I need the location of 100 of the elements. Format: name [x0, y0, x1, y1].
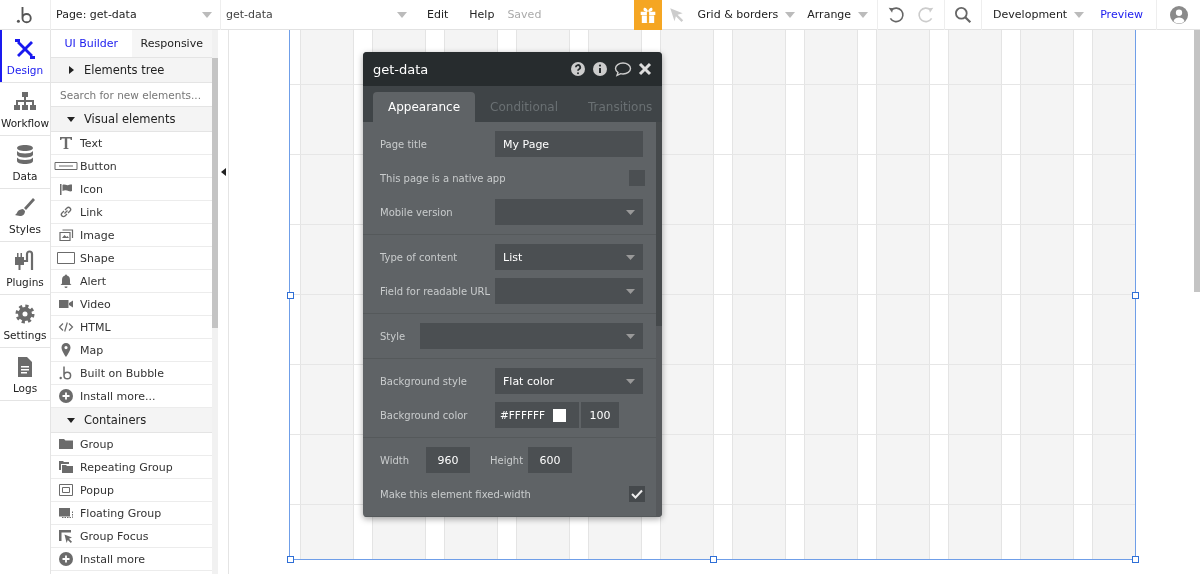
- field-label: This page is a native app: [380, 172, 507, 184]
- element-item[interactable]: Image: [51, 224, 212, 247]
- element-item[interactable]: Floating Group: [51, 502, 212, 525]
- sidebar-tab[interactable]: Plugins: [0, 242, 50, 295]
- field-label: Type of content: [380, 251, 459, 263]
- scrollbar-thumb[interactable]: [656, 122, 662, 326]
- color-swatch[interactable]: [553, 408, 567, 422]
- crossed-tools-icon: [13, 36, 37, 61]
- resize-handle[interactable]: [287, 556, 294, 563]
- field-label: Style: [380, 330, 407, 342]
- editor-title: get-data: [373, 61, 430, 77]
- field-label: Background color: [380, 409, 469, 421]
- plus-circle-icon: [57, 551, 74, 567]
- element-item[interactable]: Icon: [51, 178, 212, 201]
- field-label: Page title: [380, 138, 428, 150]
- element-item[interactable]: Video: [51, 293, 212, 316]
- close-icon[interactable]: [638, 62, 652, 76]
- sidebar-tab[interactable]: Workflow: [0, 83, 50, 136]
- sidebar-tab[interactable]: Styles: [0, 189, 50, 242]
- toolbar-dropdown[interactable]: Arrange: [807, 8, 869, 21]
- element-item[interactable]: Group: [51, 433, 212, 456]
- square-icon: [55, 250, 76, 266]
- folders-icon: [57, 459, 74, 475]
- caret-icon: [626, 254, 635, 260]
- editor-tab[interactable]: Appearance: [373, 92, 476, 122]
- resize-handle[interactable]: [287, 291, 294, 299]
- caret-icon: [626, 288, 635, 294]
- color-field[interactable]: #FFFFFF: [495, 402, 579, 428]
- element-item[interactable]: Repeating Group: [51, 456, 212, 479]
- collapse-arrow-icon[interactable]: [220, 168, 226, 176]
- image-icon: [57, 227, 74, 243]
- number-field[interactable]: 600: [528, 447, 572, 473]
- environment-dropdown[interactable]: Development: [993, 8, 1085, 21]
- floating-group-icon: [57, 505, 74, 521]
- text-icon: [57, 135, 74, 151]
- resize-handle[interactable]: [709, 556, 717, 563]
- caret-icon: [626, 378, 635, 384]
- popup-icon: [57, 482, 74, 498]
- resize-handle[interactable]: [1132, 556, 1139, 563]
- section-header[interactable]: Elements tree: [51, 58, 212, 83]
- field-label: Height: [490, 454, 525, 466]
- sidebar-tab[interactable]: Data: [0, 136, 50, 189]
- dropdown[interactable]: List: [495, 244, 643, 270]
- search-icon[interactable]: [954, 5, 973, 24]
- checkbox[interactable]: [629, 486, 645, 502]
- element-item[interactable]: Group Focus: [51, 525, 212, 548]
- element-item[interactable]: Shape: [51, 247, 212, 270]
- info-icon[interactable]: [592, 61, 608, 77]
- section-header[interactable]: Visual elements: [51, 107, 212, 132]
- element-item[interactable]: Install more: [51, 548, 212, 571]
- resize-handle[interactable]: [1132, 291, 1139, 299]
- field-label: Mobile version: [380, 206, 454, 218]
- section-header[interactable]: Containers: [51, 408, 212, 433]
- caret-icon: [67, 416, 75, 424]
- sidebar-tab[interactable]: Settings: [0, 295, 50, 348]
- field-label: Background style: [380, 375, 468, 387]
- field-label: Make this element fixed-width: [380, 488, 532, 500]
- comment-icon[interactable]: [614, 61, 632, 77]
- caret-icon: [397, 11, 407, 18]
- logo-icon: [15, 4, 35, 25]
- flag-icon: [57, 181, 74, 197]
- element-dropdown[interactable]: get-data: [220, 0, 415, 30]
- menu-item[interactable]: Help: [469, 8, 495, 21]
- text-field[interactable]: My Page: [495, 131, 643, 157]
- dropdown[interactable]: Flat color: [495, 368, 643, 394]
- caret-icon: [67, 115, 75, 123]
- preview-link[interactable]: Preview: [1100, 8, 1143, 21]
- save-status: Saved: [507, 8, 542, 21]
- caret-icon: [626, 333, 635, 339]
- undo-icon[interactable]: [887, 5, 906, 24]
- caret-icon: [67, 66, 75, 74]
- help-icon[interactable]: [570, 61, 586, 77]
- number-field[interactable]: 960: [426, 447, 470, 473]
- element-item[interactable]: Alert: [51, 270, 212, 293]
- avatar-icon[interactable]: [1170, 5, 1188, 24]
- caret-icon: [202, 11, 212, 18]
- panel-tab[interactable]: Responsive: [131, 30, 212, 58]
- cursor-frame-icon: [57, 528, 74, 544]
- gift-icon: [638, 5, 657, 24]
- caret-icon: [1074, 11, 1085, 18]
- caret-icon: [858, 11, 869, 18]
- sidebar-tab[interactable]: Design: [0, 30, 50, 83]
- scrollbar-thumb[interactable]: [212, 58, 218, 328]
- element-item[interactable]: Map: [51, 339, 212, 362]
- caret-icon: [626, 209, 635, 215]
- opacity-field[interactable]: 100: [581, 402, 619, 428]
- plus-circle-icon: [57, 388, 74, 404]
- bubble-logo-icon: [57, 365, 74, 381]
- sidebar-tab[interactable]: Logs: [0, 348, 50, 401]
- folder-icon: [57, 436, 74, 452]
- page-dropdown[interactable]: Page: get-data: [50, 0, 220, 30]
- checkmark-icon: [631, 489, 643, 499]
- caret-icon: [785, 11, 796, 18]
- element-item[interactable]: Button: [51, 155, 212, 178]
- menu-item[interactable]: Edit: [427, 8, 449, 21]
- element-item[interactable]: Popup: [51, 479, 212, 502]
- toolbar-dropdown[interactable]: Grid & borders: [697, 8, 796, 21]
- scrollbar-thumb[interactable]: [1194, 30, 1200, 292]
- field-label: Width: [380, 454, 411, 466]
- field-label: Field for readable URL: [380, 285, 492, 297]
